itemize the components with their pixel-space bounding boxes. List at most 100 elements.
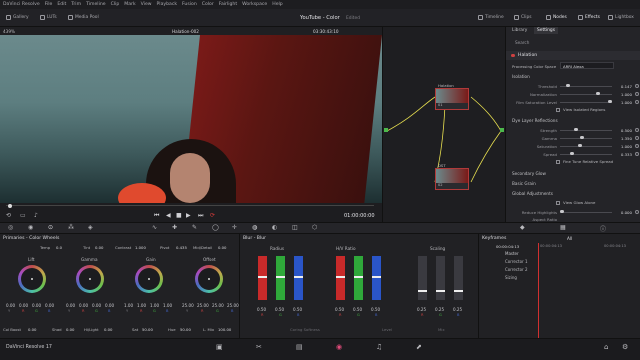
reduce-reset-icon[interactable]: [635, 210, 639, 214]
home-icon[interactable]: ⌂: [604, 343, 608, 351]
scopes-icon[interactable]: ▦: [560, 224, 566, 231]
scaling-r-handle[interactable]: [418, 290, 427, 292]
menu-trim[interactable]: Trim: [71, 2, 81, 7]
playhead-handle[interactable]: [8, 203, 12, 208]
lightbox-button[interactable]: Lightbox: [608, 15, 634, 20]
threshold-knob[interactable]: [566, 83, 570, 88]
saturation-reset-icon[interactable]: [635, 144, 639, 148]
stop-icon[interactable]: ■: [176, 212, 182, 219]
col-boost-value[interactable]: 0.00: [28, 327, 36, 332]
scaling-g-value[interactable]: 0.25: [435, 307, 444, 312]
hv-b-handle[interactable]: [372, 276, 381, 278]
page-cut-icon[interactable]: ✂: [256, 343, 262, 351]
scaling-b-bar[interactable]: [454, 256, 463, 300]
global-adj-section[interactable]: Global Adjustments: [512, 191, 553, 196]
warper-icon[interactable]: ✚: [172, 224, 177, 231]
pivot-value[interactable]: 0.435: [176, 245, 187, 250]
window-icon[interactable]: ◯: [212, 224, 219, 231]
page-deliver-icon[interactable]: ⬈: [416, 343, 422, 351]
spread-slider[interactable]: [560, 151, 612, 156]
processing-select[interactable]: ARRI Alexa: [560, 62, 614, 69]
spread-reset-icon[interactable]: [635, 152, 639, 156]
offset-wheel-puck[interactable]: [208, 278, 210, 280]
luts-button[interactable]: LUTs: [40, 15, 57, 20]
curves-icon[interactable]: ∿: [152, 224, 157, 231]
hv-b-bar[interactable]: [372, 256, 381, 300]
color-wheels-icon[interactable]: ⊙: [48, 224, 53, 231]
effects-button[interactable]: Effects: [578, 15, 600, 20]
menu-help[interactable]: Help: [272, 2, 282, 7]
gain-wheel-puck[interactable]: [148, 278, 150, 280]
radius-g-bar[interactable]: [276, 256, 285, 300]
secondary-glow-section[interactable]: Secondary Glow: [512, 171, 546, 176]
scrub-track[interactable]: [6, 205, 374, 206]
menu-workspace[interactable]: Workspace: [242, 2, 267, 7]
radius-b-value[interactable]: 0.50: [293, 307, 302, 312]
hv-b-value[interactable]: 0.50: [371, 307, 380, 312]
offset-b[interactable]: 25.00: [227, 303, 239, 308]
menu-file[interactable]: File: [45, 2, 53, 7]
radius-r-handle[interactable]: [258, 276, 267, 278]
gamma-reset-icon[interactable]: [635, 136, 639, 140]
tab-settings[interactable]: Settings: [534, 27, 559, 34]
reduce-value[interactable]: 0.000: [621, 210, 632, 215]
page-media-icon[interactable]: ▣: [216, 343, 223, 351]
hilight-value[interactable]: 0.00: [104, 327, 112, 332]
media-pool-button[interactable]: Media Pool: [68, 15, 99, 20]
camera-raw-icon[interactable]: ◎: [8, 224, 13, 231]
menu-edit[interactable]: Edit: [57, 2, 66, 7]
keyframes-playhead[interactable]: [538, 243, 539, 338]
key-icon[interactable]: ◐: [272, 224, 277, 231]
spread-value[interactable]: 0.333: [621, 152, 632, 157]
settings-gear-icon[interactable]: ⚙: [622, 343, 628, 351]
menu-app[interactable]: DaVinci Resolve: [3, 2, 40, 7]
threshold-value[interactable]: 0.147: [621, 84, 632, 89]
temp-value[interactable]: 0.0: [56, 245, 62, 250]
radius-b-handle[interactable]: [294, 276, 303, 278]
strength-slider[interactable]: [560, 127, 612, 132]
gain-wheel[interactable]: [135, 265, 163, 293]
strength-reset-icon[interactable]: [635, 128, 639, 132]
gamma-y[interactable]: 0.00: [66, 303, 75, 308]
viewer-image[interactable]: [0, 35, 382, 203]
gamma-knob[interactable]: [580, 135, 584, 140]
rgb-mixer-icon[interactable]: ⁂: [68, 224, 74, 231]
view-glow-checkbox[interactable]: View Glow Alone: [556, 200, 595, 205]
tint-value[interactable]: 0.00: [95, 245, 103, 250]
scaling-b-handle[interactable]: [454, 290, 463, 292]
effect-header[interactable]: Halation: [506, 51, 640, 60]
search-field[interactable]: Search: [515, 40, 529, 45]
blur-icon[interactable]: ◍: [252, 224, 257, 231]
keyframes-icon[interactable]: ◆: [520, 224, 525, 231]
menu-clip[interactable]: Clip: [111, 2, 120, 7]
gamma-wheel[interactable]: [76, 265, 104, 293]
offset-wheel[interactable]: [195, 265, 223, 293]
lift-y[interactable]: 0.00: [6, 303, 15, 308]
lmix-value[interactable]: 100.00: [218, 327, 231, 332]
lift-b[interactable]: 0.00: [45, 303, 54, 308]
tab-library[interactable]: Library: [512, 28, 527, 33]
menu-timeline[interactable]: Timeline: [86, 2, 106, 7]
lift-r[interactable]: 0.00: [19, 303, 28, 308]
normalization-value[interactable]: 1.000: [621, 92, 632, 97]
contrast-value[interactable]: 1.000: [135, 245, 146, 250]
film-sat-value[interactable]: 1.000: [621, 100, 632, 105]
input-port-icon[interactable]: [384, 128, 388, 132]
lift-g[interactable]: 0.00: [32, 303, 41, 308]
hv-r-value[interactable]: 0.50: [335, 307, 344, 312]
offset-r[interactable]: 25.00: [197, 303, 209, 308]
gamma-b[interactable]: 0.00: [105, 303, 114, 308]
loop-playback-icon[interactable]: ⟳: [210, 212, 215, 219]
scaling-r-value[interactable]: 0.25: [417, 307, 426, 312]
skip-back-icon[interactable]: ⏮: [154, 212, 159, 220]
keyframe-track-corrector-1[interactable]: Corrector 1: [505, 259, 528, 264]
mid-detail-value[interactable]: 0.00: [218, 245, 226, 250]
page-edit-icon[interactable]: ▤: [296, 343, 303, 351]
color-match-icon[interactable]: ◉: [28, 224, 33, 231]
hv-g-handle[interactable]: [354, 276, 363, 278]
view-isolated-box[interactable]: [556, 107, 560, 112]
scaling-b-value[interactable]: 0.25: [453, 307, 462, 312]
dye-layer-section[interactable]: Dye Layer Reflections: [512, 118, 558, 123]
gamma-value[interactable]: 1.350: [621, 136, 632, 141]
play-icon[interactable]: ▶: [186, 212, 191, 219]
